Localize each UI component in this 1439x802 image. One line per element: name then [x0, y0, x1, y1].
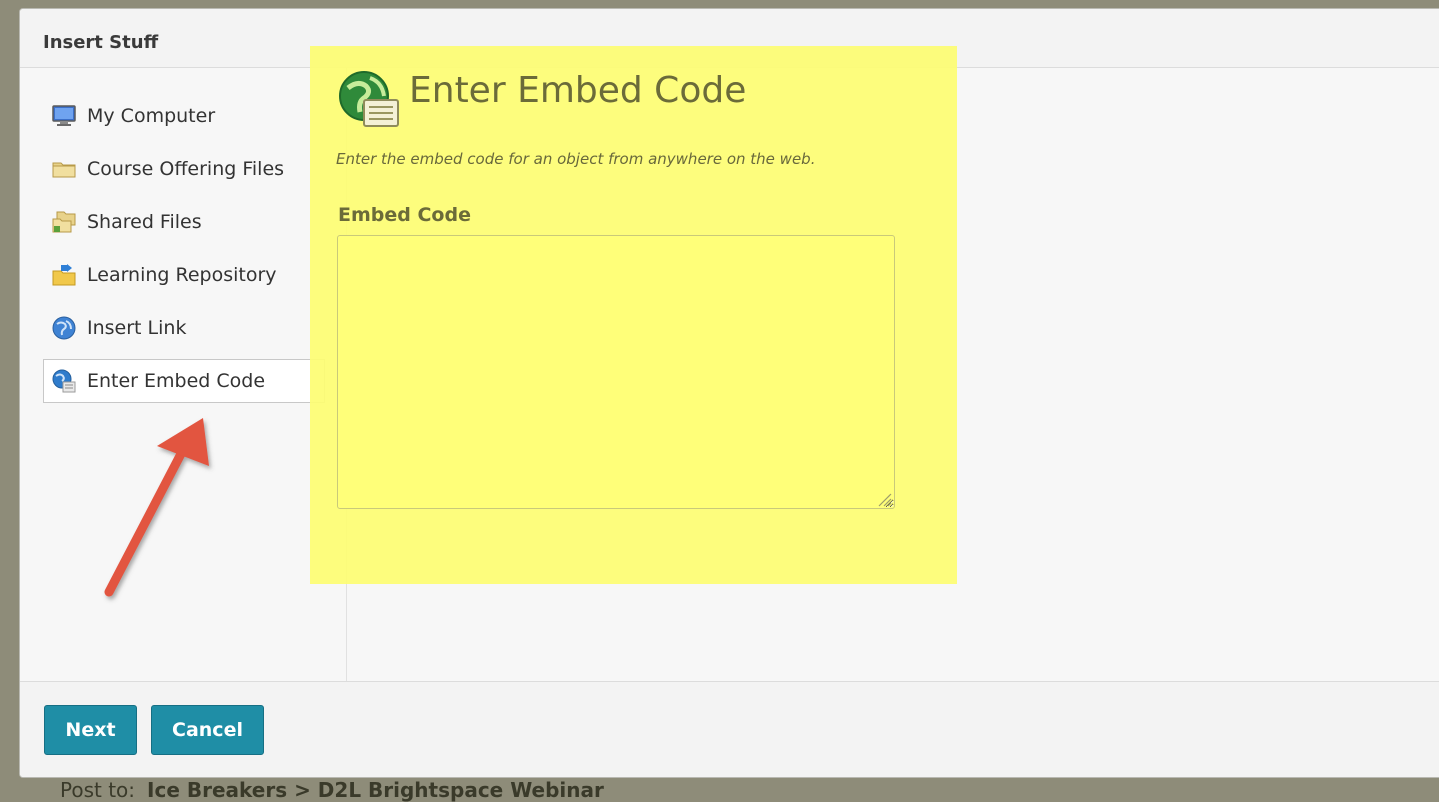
- embed-globe-large-icon: [339, 71, 399, 127]
- panel-title: Enter Embed Code: [409, 70, 747, 111]
- sidebar-item-label: Course Offering Files: [87, 158, 285, 180]
- sidebar-item-learning-repository[interactable]: Learning Repository: [43, 253, 325, 297]
- sidebar-item-label: Learning Repository: [87, 264, 277, 286]
- sidebar-item-enter-embed-code[interactable]: Enter Embed Code: [43, 359, 325, 403]
- sidebar-item-label: Insert Link: [87, 317, 187, 339]
- next-button[interactable]: Next: [44, 705, 137, 755]
- cancel-button[interactable]: Cancel: [151, 705, 264, 755]
- embed-code-textarea[interactable]: [337, 235, 895, 509]
- monitor-icon: [51, 103, 77, 129]
- resize-grip-icon[interactable]: [875, 490, 893, 508]
- dialog-title: Insert Stuff: [43, 32, 159, 53]
- globe-icon: [51, 315, 77, 341]
- sidebar-item-label: Shared Files: [87, 211, 202, 233]
- post-to-label: Post to:: [60, 778, 136, 802]
- post-to-path[interactable]: Ice Breakers > D2L Brightspace Webinar: [147, 778, 604, 802]
- embed-globe-icon: [51, 368, 77, 394]
- shared-folder-icon: [51, 209, 77, 235]
- sidebar-item-insert-link[interactable]: Insert Link: [43, 306, 325, 350]
- embed-code-label: Embed Code: [338, 204, 471, 226]
- sidebar-item-label: Enter Embed Code: [87, 370, 266, 392]
- sidebar-item-shared-files[interactable]: Shared Files: [43, 200, 325, 244]
- sidebar-item-my-computer[interactable]: My Computer: [43, 94, 325, 138]
- folder-icon: [51, 156, 77, 182]
- panel-description: Enter the embed code for an object from …: [336, 150, 816, 168]
- post-to-line: Post to: Ice Breakers > D2L Brightspace W…: [60, 778, 604, 802]
- sidebar-item-label: My Computer: [87, 105, 216, 127]
- repository-folder-icon: [51, 262, 77, 288]
- sidebar-item-course-offering-files[interactable]: Course Offering Files: [43, 147, 325, 191]
- annotation-arrow-icon: [104, 418, 209, 597]
